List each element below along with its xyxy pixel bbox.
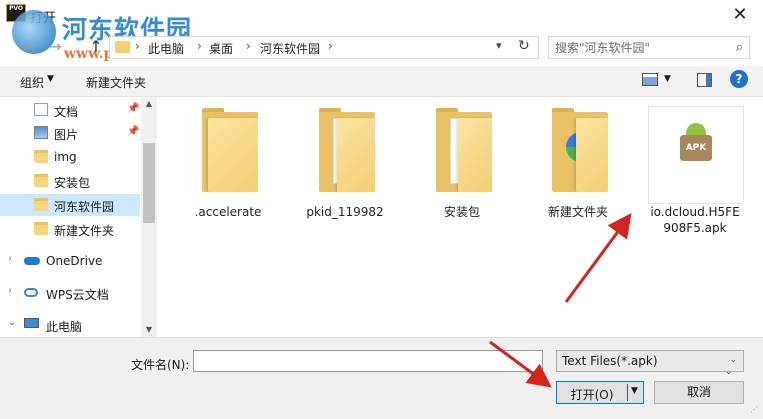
file-item[interactable]: 新建文件夹 [528, 104, 628, 234]
search-box[interactable]: ⌕ [548, 36, 750, 59]
nav-item-label: OneDrive [46, 254, 103, 268]
refresh-icon[interactable]: ↻ [518, 38, 530, 54]
pin-icon: 📌 [127, 126, 140, 137]
cancel-button[interactable]: 取消 [654, 381, 744, 404]
address-dropdown-icon[interactable]: ▾ [496, 39, 502, 52]
picture-icon [34, 126, 48, 139]
split-divider [627, 384, 628, 401]
toolbar: 组织 ▼ 新建文件夹 ▼ ? [0, 66, 763, 97]
nav-item-img[interactable]: img [0, 146, 140, 168]
filetype-value: Text Files(*.apk) [562, 354, 658, 368]
nav-item-hedong[interactable]: 河东软件园 [0, 194, 140, 216]
nav-item-label: 新建文件夹 [54, 224, 115, 238]
pin-icon: 📌 [127, 103, 140, 114]
scroll-down-icon[interactable]: ▼ [141, 323, 157, 337]
nav-scrollbar-thumb[interactable] [143, 143, 155, 223]
preview-pane-icon[interactable] [697, 73, 712, 87]
file-item[interactable]: .accelerate [178, 104, 278, 234]
chevron-down-icon[interactable]: ▼ [631, 386, 638, 396]
computer-icon [24, 318, 39, 328]
folder-icon [34, 222, 48, 235]
bottom-bar: 文件名(N): ⌄ Text Files(*.apk) ⌄ 打开(O) ▼ 取消 [0, 337, 763, 419]
organize-button[interactable]: 组织 [20, 74, 44, 91]
nav-item-wps-cloud[interactable]: › WPS云文档 [0, 282, 140, 304]
cloud-icon [24, 257, 40, 265]
chevron-down-icon[interactable]: ⌄ [8, 317, 16, 328]
file-name: 新建文件夹 [547, 205, 608, 219]
filename-label: 文件名(N): [131, 358, 190, 372]
chevron-right-icon[interactable]: › [197, 39, 202, 53]
nav-item-onedrive[interactable]: › OneDrive [0, 250, 140, 272]
file-item[interactable]: pkid_119982 [295, 104, 395, 234]
file-name: 安装包 [443, 205, 480, 219]
navigation-pane: 文档 📌 图片 📌 img 安装包 河东软件园 新建文件夹 › OneDrive… [0, 97, 157, 337]
apk-icon: APK [680, 135, 712, 161]
nav-item-label: 河东软件园 [54, 200, 115, 214]
nav-item-installers[interactable]: 安装包 [0, 170, 140, 192]
breadcrumb-item[interactable]: 此电脑 [148, 40, 184, 57]
chevron-right-icon[interactable]: › [135, 39, 140, 53]
resize-grip-icon[interactable]: ⋰ [750, 405, 760, 415]
nav-item-label: 安装包 [54, 176, 91, 190]
folder-icon [115, 41, 130, 53]
nav-item-pictures[interactable]: 图片 📌 [0, 122, 140, 144]
back-arrow-icon[interactable]: ← [18, 36, 40, 58]
search-input[interactable] [555, 40, 725, 56]
open-button-label: 打开(O) [570, 388, 614, 402]
nav-item-label: 图片 [54, 128, 79, 142]
folder-icon [34, 150, 48, 163]
up-arrow-icon[interactable]: ↑ [86, 36, 106, 58]
folder-icon [202, 108, 258, 192]
folder-icon [34, 174, 48, 187]
forward-arrow-icon[interactable]: → [44, 36, 66, 58]
folder-icon [319, 108, 375, 192]
file-name: .accelerate [194, 205, 262, 219]
chevron-down-icon[interactable]: ⌄ [729, 355, 737, 365]
apk-file-thumbnail[interactable]: APK [648, 106, 744, 204]
nav-item-label: 此电脑 [46, 320, 83, 334]
filename-combobox[interactable]: ⌄ [193, 350, 733, 377]
nav-item-label: WPS云文档 [46, 288, 109, 302]
breadcrumb-item[interactable]: 桌面 [209, 40, 233, 57]
filename-input[interactable] [197, 353, 517, 369]
android-robot-icon [686, 123, 706, 135]
nav-item-this-pc[interactable]: ⌄ 此电脑 [0, 314, 140, 336]
new-folder-button[interactable]: 新建文件夹 [86, 74, 146, 91]
folder-icon [552, 108, 608, 192]
folder-icon [436, 108, 492, 192]
file-name: pkid_119982 [306, 205, 384, 219]
nav-item-new-folder[interactable]: 新建文件夹 [0, 218, 140, 240]
file-item[interactable]: 安装包 [412, 104, 512, 234]
close-button[interactable]: ✕ [717, 0, 763, 30]
view-mode-icon[interactable] [642, 73, 658, 86]
nav-item-label: img [54, 150, 77, 164]
address-bar[interactable]: › 此电脑 › 桌面 › 河东软件园 › ▾ ↻ [109, 36, 539, 59]
nav-item-label: 文档 [54, 105, 79, 119]
chevron-down-icon[interactable]: ▼ [664, 74, 671, 84]
document-icon [34, 103, 48, 116]
help-icon[interactable]: ? [730, 70, 748, 88]
chevron-right-icon[interactable]: › [246, 39, 251, 53]
filetype-select[interactable]: Text Files(*.apk) ⌄ [556, 350, 744, 372]
chevron-right-icon[interactable]: › [8, 253, 12, 264]
open-button[interactable]: 打开(O) ▼ [556, 381, 644, 404]
cloud-icon [24, 288, 38, 297]
chevron-right-icon[interactable]: › [8, 285, 12, 296]
breadcrumb-item[interactable]: 河东软件园 [260, 40, 320, 57]
scroll-up-icon[interactable]: ▲ [141, 97, 157, 111]
file-name-line: 908F5.apk [663, 221, 727, 235]
search-icon[interactable]: ⌕ [736, 40, 743, 55]
file-name-line: io.dcloud.H5FE [650, 205, 740, 219]
chevron-right-icon[interactable]: › [328, 39, 333, 53]
nav-item-documents[interactable]: 文档 📌 [0, 99, 140, 121]
chevron-down-icon[interactable]: ▼ [47, 74, 54, 84]
folder-icon [34, 198, 48, 211]
file-name: io.dcloud.H5FE 908F5.apk [644, 204, 746, 236]
